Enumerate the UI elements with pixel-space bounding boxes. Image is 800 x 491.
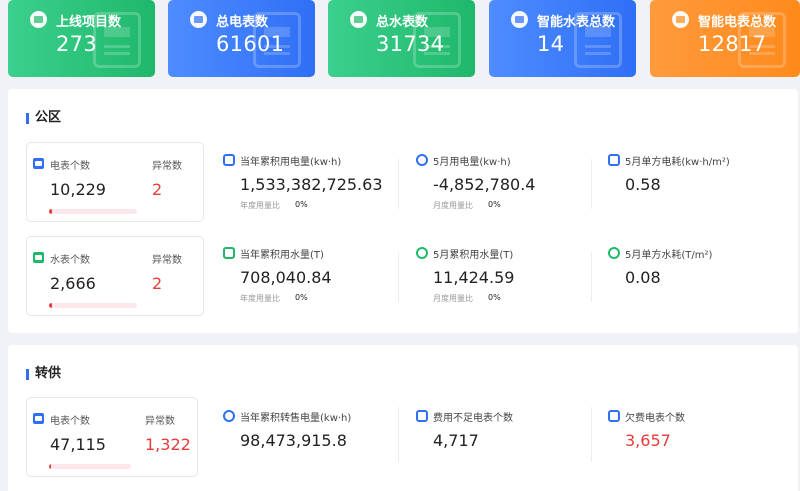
meter-count-value: 10,229 bbox=[50, 180, 106, 199]
stat-card-projects[interactable]: 上线项目数 273 bbox=[8, 0, 155, 77]
metric-label: 5月累积用水量(T) bbox=[433, 250, 514, 261]
water-drop-icon bbox=[416, 247, 428, 259]
metric-insufficient-fee-meters: 费用不足电表个数 4,717 bbox=[416, 409, 586, 459]
metric-label: 当年累积用电量(kw·h) bbox=[240, 157, 342, 168]
card-decoration-icon bbox=[413, 12, 461, 68]
card-decoration-icon bbox=[93, 12, 141, 68]
metric-may-water: 5月累积用水量(T) 11,424.59 月度用量比 0% bbox=[416, 246, 586, 306]
stat-card-water-meters[interactable]: 总水表数 31734 bbox=[328, 0, 475, 77]
abnormal-ratio-fill bbox=[49, 464, 52, 469]
metric-label: 当年累积用水量(T) bbox=[240, 250, 324, 261]
metric-may-unit-water: 5月单方水耗(T/m²) 0.08 bbox=[608, 246, 778, 306]
metric-sub-value: 0% bbox=[295, 293, 308, 302]
metric-may-unit-electricity: 5月单方电耗(kw·h/m²) 0.58 bbox=[608, 153, 778, 213]
metric-sub-label: 年度用量比 bbox=[240, 201, 280, 210]
ruler-icon bbox=[608, 154, 620, 166]
meter-count-value: 2,666 bbox=[50, 274, 96, 293]
meter-count-label: 电表个数 bbox=[50, 416, 90, 427]
meter-count-label: 水表个数 bbox=[50, 255, 90, 266]
metric-may-electricity: 5月用电量(kw·h) -4,852,780.4 月度用量比 0% bbox=[416, 153, 586, 213]
metric-value: 0.08 bbox=[625, 268, 661, 287]
metric-value: 11,424.59 bbox=[433, 268, 515, 287]
public-electric-meter-box[interactable]: 电表个数 10,229 异常数 2 bbox=[26, 142, 204, 222]
lightning-icon bbox=[223, 410, 235, 422]
stat-value: 273 bbox=[56, 32, 97, 56]
chart-up-icon bbox=[223, 247, 235, 259]
metric-sub-label: 月度用量比 bbox=[433, 201, 473, 210]
stat-card-electric-meters[interactable]: 总电表数 61601 bbox=[168, 0, 315, 77]
meter-count-value: 47,115 bbox=[50, 435, 106, 454]
metric-value: -4,852,780.4 bbox=[433, 175, 536, 194]
lightning-icon bbox=[416, 154, 428, 166]
divider bbox=[398, 407, 399, 462]
divider bbox=[591, 407, 592, 462]
panel-title: 公区 bbox=[26, 110, 61, 126]
metric-label: 5月单方水耗(T/m²) bbox=[625, 250, 713, 261]
metric-label: 当年累积转售电量(kw·h) bbox=[240, 413, 352, 424]
divider bbox=[591, 159, 592, 209]
transfer-electric-meter-box[interactable]: 电表个数 47,115 异常数 1,322 bbox=[26, 397, 198, 477]
abnormal-label: 异常数 bbox=[152, 255, 182, 266]
smart-electric-meter-icon bbox=[672, 11, 689, 28]
meter-count-label: 电表个数 bbox=[50, 161, 90, 172]
card-decoration-icon bbox=[738, 12, 786, 68]
metric-value: 1,533,382,725.63 bbox=[240, 175, 383, 194]
abnormal-ratio-bar bbox=[49, 209, 137, 214]
abnormal-ratio-bar bbox=[49, 464, 131, 469]
abnormal-ratio-bar bbox=[49, 303, 137, 308]
panel-title: 转供 bbox=[26, 366, 61, 382]
metric-value: 98,473,915.8 bbox=[240, 431, 347, 450]
stat-card-smart-electric-meters[interactable]: 智能电表总数 12817 bbox=[650, 0, 800, 77]
metric-sub-value: 0% bbox=[488, 200, 501, 209]
electric-meter-icon bbox=[190, 11, 207, 28]
divider bbox=[398, 159, 399, 209]
chart-up-icon bbox=[223, 154, 235, 166]
metric-value: 4,717 bbox=[433, 431, 479, 450]
card-decoration-icon bbox=[574, 12, 622, 68]
metric-value: 0.58 bbox=[625, 175, 661, 194]
metric-label: 5月用电量(kw·h) bbox=[433, 157, 511, 168]
stat-cards: 上线项目数 273 总电表数 61601 总水表数 31734 智能水表总数 1… bbox=[8, 0, 800, 77]
abnormal-value: 2 bbox=[152, 274, 163, 293]
metric-sub-value: 0% bbox=[488, 293, 501, 302]
stat-value: 14 bbox=[537, 32, 565, 56]
abnormal-ratio-fill bbox=[49, 209, 52, 214]
water-meter-icon bbox=[350, 11, 367, 28]
metric-label: 费用不足电表个数 bbox=[433, 413, 513, 424]
public-water-meter-box[interactable]: 水表个数 2,666 异常数 2 bbox=[26, 236, 204, 316]
metric-debt-meters: 欠费电表个数 3,657 bbox=[608, 409, 778, 459]
project-icon bbox=[30, 11, 47, 28]
public-area-panel: 公区 电表个数 10,229 异常数 2 水表个数 2,666 异常数 2 当年… bbox=[8, 89, 798, 333]
water-meter-icon bbox=[33, 252, 44, 263]
divider bbox=[591, 252, 592, 302]
divider bbox=[398, 252, 399, 302]
metric-label: 欠费电表个数 bbox=[625, 413, 685, 424]
metric-year-resold-electricity: 当年累积转售电量(kw·h) 98,473,915.8 bbox=[223, 409, 393, 459]
metric-sub-value: 0% bbox=[295, 200, 308, 209]
metric-year-electricity: 当年累积用电量(kw·h) 1,533,382,725.63 年度用量比 0% bbox=[223, 153, 393, 213]
abnormal-value: 1,322 bbox=[145, 435, 191, 454]
abnormal-label: 异常数 bbox=[145, 416, 175, 427]
abnormal-ratio-fill bbox=[49, 303, 52, 308]
metric-sub-label: 月度用量比 bbox=[433, 294, 473, 303]
meter-warning-icon bbox=[416, 410, 428, 422]
smart-water-meter-icon bbox=[511, 11, 528, 28]
abnormal-value: 2 bbox=[152, 180, 163, 199]
metric-year-water: 当年累积用水量(T) 708,040.84 年度用量比 0% bbox=[223, 246, 393, 306]
metric-value: 708,040.84 bbox=[240, 268, 332, 287]
meter-debt-icon bbox=[608, 410, 620, 422]
gauge-icon bbox=[608, 247, 620, 259]
metric-sub-label: 年度用量比 bbox=[240, 294, 280, 303]
electric-meter-icon bbox=[33, 158, 44, 169]
metric-value: 3,657 bbox=[625, 431, 671, 450]
stat-card-smart-water-meters[interactable]: 智能水表总数 14 bbox=[489, 0, 636, 77]
abnormal-label: 异常数 bbox=[152, 161, 182, 172]
transfer-supply-panel: 转供 电表个数 47,115 异常数 1,322 当年累积转售电量(kw·h) … bbox=[8, 345, 798, 491]
electric-meter-icon bbox=[33, 413, 44, 424]
metric-label: 5月单方电耗(kw·h/m²) bbox=[625, 157, 730, 168]
card-decoration-icon bbox=[253, 12, 301, 68]
